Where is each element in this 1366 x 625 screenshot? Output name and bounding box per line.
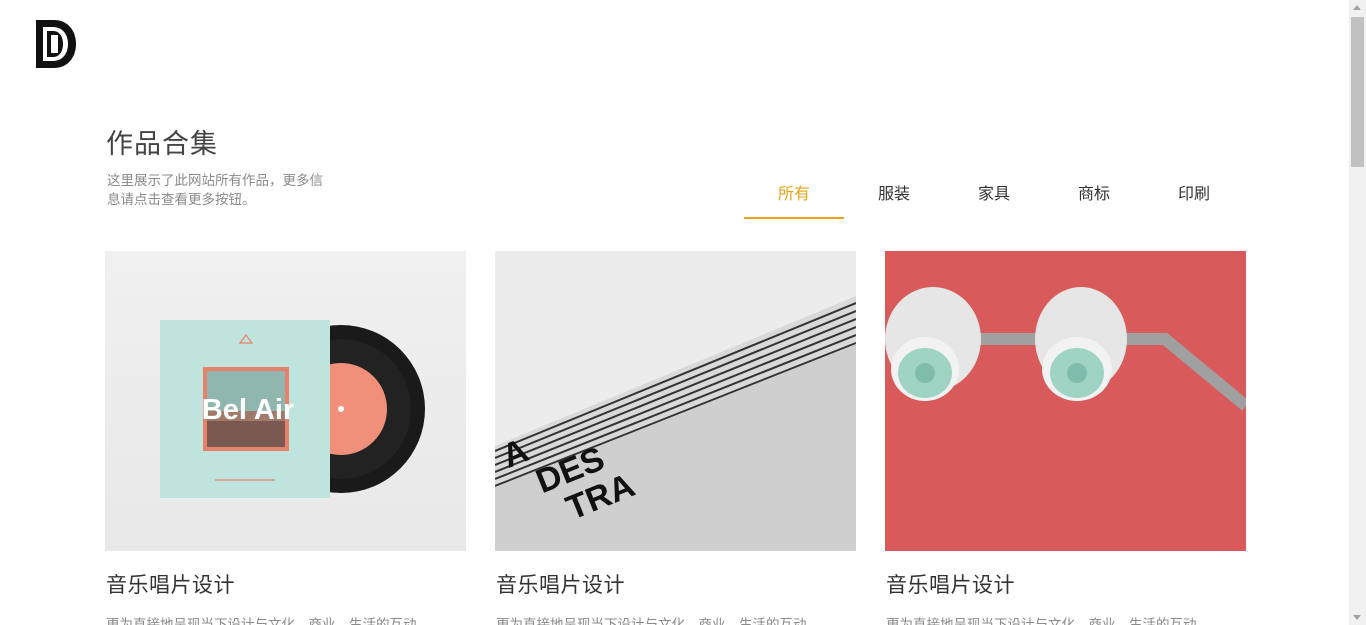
portfolio-card[interactable]: 音乐唱片设计 更为直接地呈现当下设计与文化、商业、生活的互动 xyxy=(885,251,1246,625)
album-title-text: Bel Air xyxy=(202,394,294,426)
brand-logo-icon[interactable] xyxy=(34,18,78,70)
filter-tabs: 所有 服装 家具 商标 印刷 xyxy=(744,168,1244,219)
portfolio-image-vinyl[interactable]: Bel Air xyxy=(105,251,466,551)
card-description: 更为直接地呈现当下设计与文化、商业、生活的互动 xyxy=(496,617,807,625)
section-description: 这里展示了此网站所有作品，更多信息请点击查看更多按钮。 xyxy=(107,173,323,208)
page: 作品合集 这里展示了此网站所有作品，更多信息请点击查看更多按钮。 所有 服装 家… xyxy=(0,0,1366,625)
card-description: 更为直接地呈现当下设计与文化、商业、生活的互动 xyxy=(886,617,1197,625)
portfolio-image-lamps[interactable] xyxy=(885,251,1246,551)
portfolio-image-business-cards[interactable]: A DES TRA xyxy=(495,251,856,551)
portfolio-card[interactable]: Bel Air 音乐唱片设计 更为直接地呈现当下设计与文化、商业、生活的互动 xyxy=(105,251,466,625)
card-title[interactable]: 音乐唱片设计 xyxy=(106,569,466,599)
filter-tab-clothing[interactable]: 服装 xyxy=(844,168,944,219)
card-description: 更为直接地呈现当下设计与文化、商业、生活的互动 xyxy=(106,617,417,625)
card-title[interactable]: 音乐唱片设计 xyxy=(886,569,1246,599)
filter-tab-all[interactable]: 所有 xyxy=(744,168,844,219)
scroll-thumb[interactable] xyxy=(1351,17,1364,167)
filter-tab-logo[interactable]: 商标 xyxy=(1044,168,1144,219)
filter-tab-print[interactable]: 印刷 xyxy=(1144,168,1244,219)
vertical-scrollbar[interactable] xyxy=(1349,0,1366,625)
filter-tab-furniture[interactable]: 家具 xyxy=(944,168,1044,219)
card-title[interactable]: 音乐唱片设计 xyxy=(496,569,856,599)
section-title: 作品合集 xyxy=(106,129,218,160)
portfolio-card[interactable]: A DES TRA 音乐唱片设计 更为直接地呈现当下设计与文化、商业、生活的互动 xyxy=(495,251,856,625)
scroll-up-arrow-icon[interactable] xyxy=(1353,5,1361,10)
scroll-down-arrow-icon[interactable] xyxy=(1353,615,1361,620)
